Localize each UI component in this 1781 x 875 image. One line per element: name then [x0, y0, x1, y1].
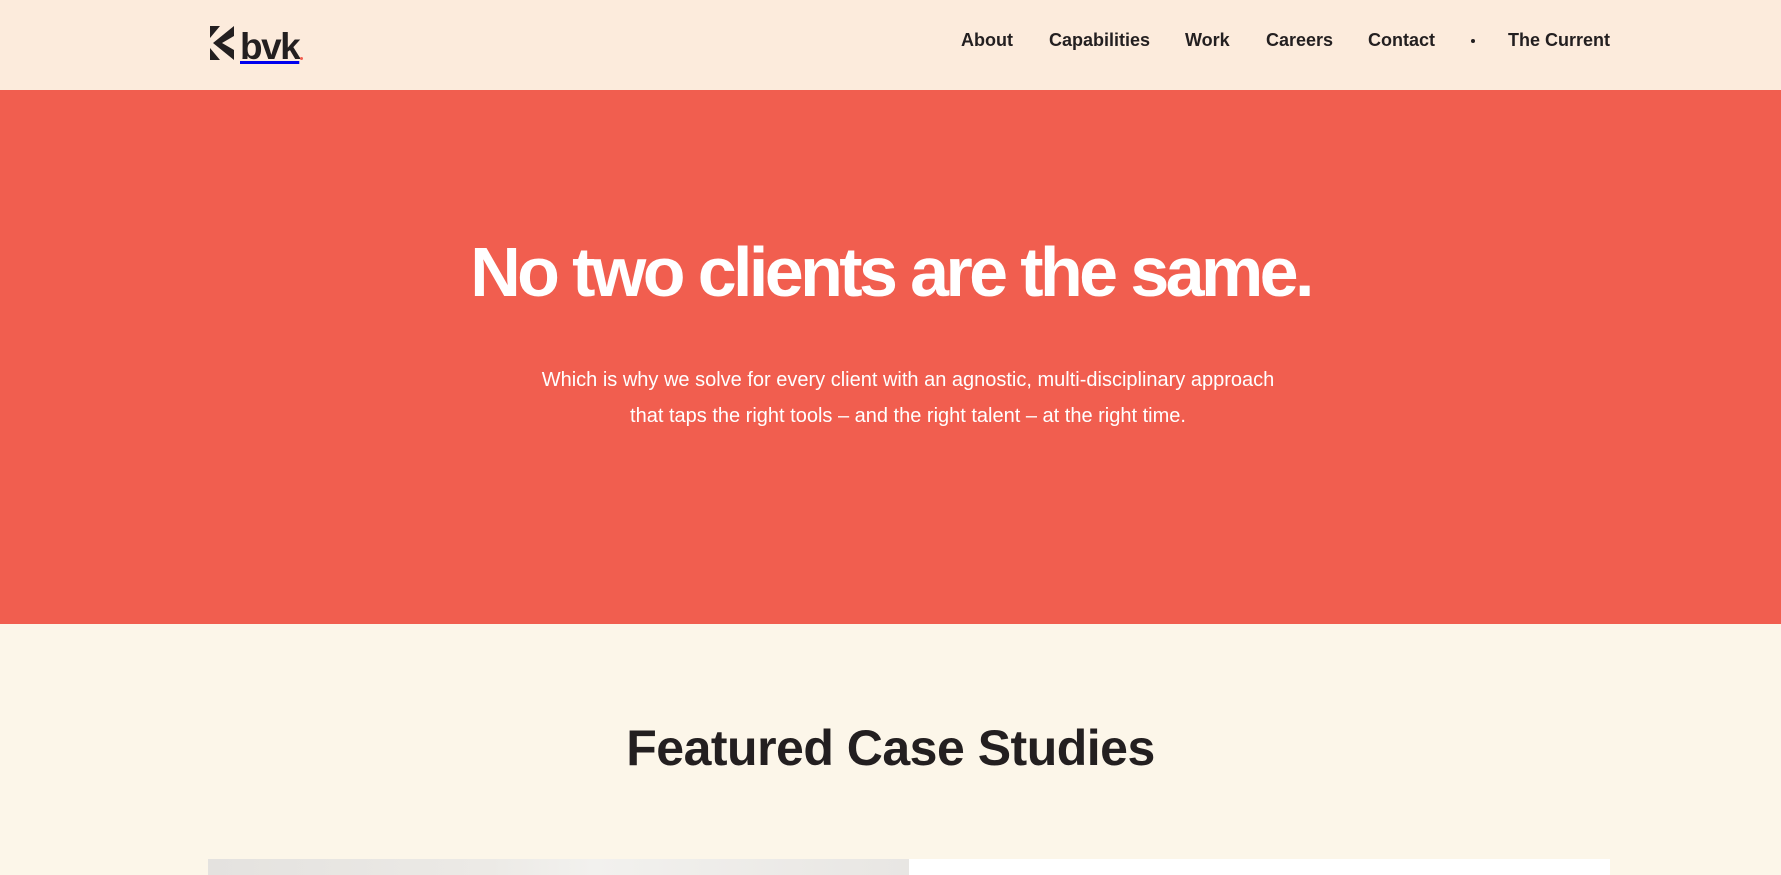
case-study-panel[interactable]	[909, 859, 1610, 875]
hero-subtitle: Which is why we solve for every client w…	[541, 369, 1275, 427]
nav-contact[interactable]: Contact	[1368, 28, 1435, 52]
nav-separator-dot-icon	[1471, 39, 1475, 43]
case-study-image[interactable]	[208, 859, 909, 875]
nav-the-current[interactable]: The Current	[1508, 28, 1610, 52]
nav-about[interactable]: About	[961, 28, 1013, 52]
nav-careers[interactable]: Careers	[1266, 28, 1333, 52]
logo-dot	[300, 57, 304, 60]
hero-title: No two clients are the same.	[470, 233, 1314, 311]
nav-work[interactable]: Work	[1185, 28, 1230, 52]
featured-case-studies-heading: Featured Case Studies	[626, 720, 1155, 776]
hero-section: No two clients are the same. Which is wh…	[0, 90, 1781, 624]
nav-capabilities[interactable]: Capabilities	[1049, 28, 1150, 52]
main-nav: About Capabilities Work Careers Contact …	[0, 28, 1781, 52]
site-header: bvk About Capabilities Work Careers Cont…	[0, 0, 1781, 90]
